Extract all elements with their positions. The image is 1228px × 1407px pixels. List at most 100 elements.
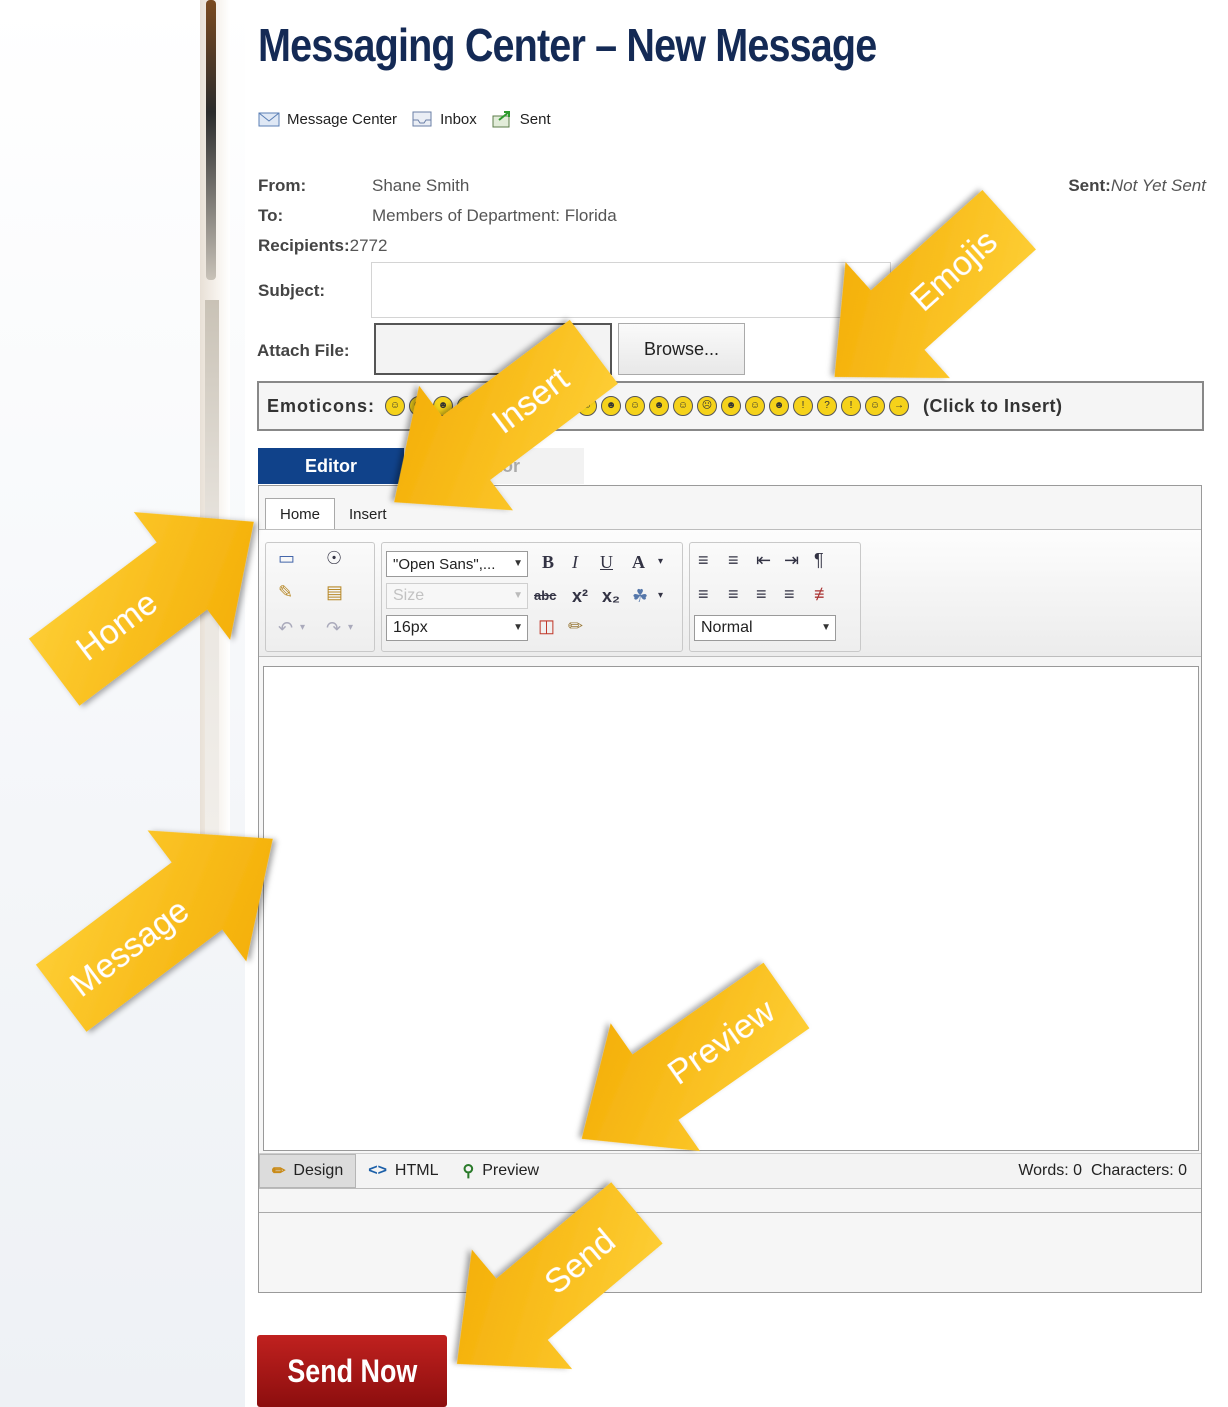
emoticon-icon[interactable]: ☺ (577, 396, 598, 416)
ribbon-tab-home[interactable]: Home (265, 498, 336, 530)
undo-dropdown-icon[interactable]: ▾ (300, 623, 305, 633)
font-color-icon[interactable]: A (632, 553, 645, 571)
emoticon-icon[interactable]: ☺ (481, 396, 502, 416)
tab-editor[interactable]: Editor (258, 448, 404, 484)
format-painter-icon[interactable]: ◫ (538, 617, 555, 635)
rich-text-editor: Home Insert ▭ ☉ ✎ ▤ ↶ ▾ ↷ ▾ "Open Sans",… (258, 485, 1202, 1293)
strikethrough-icon[interactable]: abc (534, 589, 556, 602)
italic-icon[interactable]: I (572, 553, 578, 571)
font-size-px-value: 16px (393, 619, 428, 636)
to-label: To: (258, 206, 284, 225)
sent-value: Not Yet Sent (1110, 176, 1206, 195)
bullet-list-icon[interactable]: ≡ (698, 551, 709, 569)
emoticon-icon[interactable]: ? (817, 396, 838, 416)
magnifier-icon: ⚲ (462, 1163, 475, 1180)
find-icon[interactable]: ☉ (326, 549, 342, 567)
emoticon-icon[interactable]: → (889, 396, 910, 416)
numbered-list-icon[interactable]: ≡ (728, 551, 739, 569)
subscript-icon[interactable]: x₂ (602, 587, 620, 605)
font-size-select[interactable]: Size ▼ (386, 583, 528, 609)
preview-mode-button[interactable]: ⚲ Preview (450, 1154, 551, 1188)
emoticon-icon[interactable]: ☻ (433, 396, 454, 416)
emoticon-icon[interactable]: ☹ (457, 396, 478, 416)
browse-button[interactable]: Browse... (618, 323, 745, 375)
highlight-dropdown-icon[interactable]: ▾ (658, 591, 663, 601)
pencil-icon: ✏ (272, 1163, 286, 1180)
bold-icon[interactable]: B (542, 553, 554, 571)
send-now-label: Send Now (287, 1352, 417, 1389)
from-row: From: Shane Smith (258, 176, 469, 196)
clear-align-icon[interactable]: ≢ (814, 585, 832, 603)
to-row: To: Members of Department: Florida (258, 206, 617, 226)
sent-icon (492, 111, 510, 128)
emoticon-icon[interactable]: ☻ (721, 396, 742, 416)
subject-input[interactable] (371, 262, 891, 318)
paste-plain-icon[interactable]: ▤ (326, 583, 343, 601)
emoticon-icon[interactable]: ☻ (601, 396, 622, 416)
clear-format-icon[interactable]: ✏ (568, 617, 583, 635)
undo-icon[interactable]: ↶ (278, 619, 293, 637)
nav-sent[interactable]: Sent (491, 110, 551, 128)
file-input[interactable] (374, 323, 612, 375)
emoticon-icon[interactable]: ☺ (529, 396, 550, 416)
background-image (0, 0, 245, 1407)
justify-icon[interactable]: ≡ (784, 585, 795, 603)
paragraph-format-value: Normal (701, 619, 753, 636)
emoticon-icon[interactable]: ☺ (865, 396, 886, 416)
html-mode-button[interactable]: <> HTML (356, 1154, 450, 1188)
sent-label: Sent: (1068, 176, 1111, 195)
underline-icon[interactable]: U (600, 553, 613, 571)
emoticon-icon[interactable]: ☺ (745, 396, 766, 416)
emoticon-icon[interactable]: ☻ (769, 396, 790, 416)
highlight-icon[interactable]: ☘ (632, 587, 648, 605)
align-left-icon[interactable]: ≡ (698, 585, 709, 603)
redo-dropdown-icon[interactable]: ▾ (348, 623, 353, 633)
message-body-editor[interactable] (263, 666, 1199, 1151)
nav-label: Message Center (287, 110, 398, 128)
paragraph-icon[interactable]: ¶ (814, 551, 824, 569)
font-family-value: "Open Sans",... (393, 555, 496, 573)
emoticon-bar: Emoticons: ☺ ☹ ☻ ☹ ☺ ☻ ☺ ☹ ☺ ☻ ☺ ☻ ☺ ☹ ☻ ☺ ☻!?! ☺ → (Click… (257, 381, 1204, 431)
paste-icon[interactable]: ▭ (278, 549, 295, 567)
font-family-select[interactable]: "Open Sans",... ▼ (386, 551, 528, 577)
editor-mode-tabs: Editor Editor (258, 448, 584, 484)
emoticon-icon[interactable]: ☺ (385, 396, 406, 416)
emoticon-icon[interactable]: ☻ (649, 396, 670, 416)
nav-message-center[interactable]: Message Center (258, 110, 397, 128)
ribbon-tab-insert[interactable]: Insert (335, 498, 401, 530)
page-title: Messaging Center – New Message (258, 19, 877, 71)
emoticon-icon[interactable]: ☹ (409, 396, 430, 416)
design-mode-button[interactable]: ✏ Design (259, 1154, 357, 1188)
font-size-px-select[interactable]: 16px ▼ (386, 615, 528, 641)
nav-inbox[interactable]: Inbox (411, 110, 477, 128)
attach-row: Attach File: (257, 341, 350, 361)
sent-status: Sent:Not Yet Sent (1068, 176, 1206, 196)
tab-other-editor[interactable]: Editor (404, 448, 584, 484)
emoticon-icon[interactable]: ! (793, 396, 814, 416)
emoticon-icon[interactable]: ☺ (673, 396, 694, 416)
html-label: HTML (394, 1162, 439, 1179)
send-now-button[interactable]: Send Now (257, 1335, 447, 1407)
from-value: Shane Smith (372, 176, 470, 195)
ribbon-tabs: Home Insert (265, 498, 401, 530)
redo-icon[interactable]: ↷ (326, 619, 341, 637)
paste-format-icon[interactable]: ✎ (278, 583, 293, 601)
indent-icon[interactable]: ⇥ (784, 551, 799, 569)
superscript-icon[interactable]: x² (572, 587, 588, 605)
background-figure-lower (205, 300, 219, 900)
emoticon-icon[interactable]: ☹ (553, 396, 574, 416)
preview-label: Preview (482, 1162, 540, 1179)
envelope-icon (258, 112, 280, 127)
align-right-icon[interactable]: ≡ (756, 585, 767, 603)
emoticon-icon[interactable]: ☻ (505, 396, 526, 416)
font-color-dropdown-icon[interactable]: ▾ (658, 557, 663, 567)
align-center-icon[interactable]: ≡ (728, 585, 739, 603)
nav-label: Sent (519, 110, 551, 128)
emoticon-icon[interactable]: ! (841, 396, 862, 416)
inbox-icon (412, 111, 432, 127)
outdent-icon[interactable]: ⇤ (756, 551, 771, 569)
emoticon-icon[interactable]: ☺ (625, 396, 646, 416)
chevron-down-icon: ▼ (513, 622, 523, 633)
paragraph-format-select[interactable]: Normal ▼ (694, 615, 836, 641)
emoticon-icon[interactable]: ☹ (697, 396, 718, 416)
